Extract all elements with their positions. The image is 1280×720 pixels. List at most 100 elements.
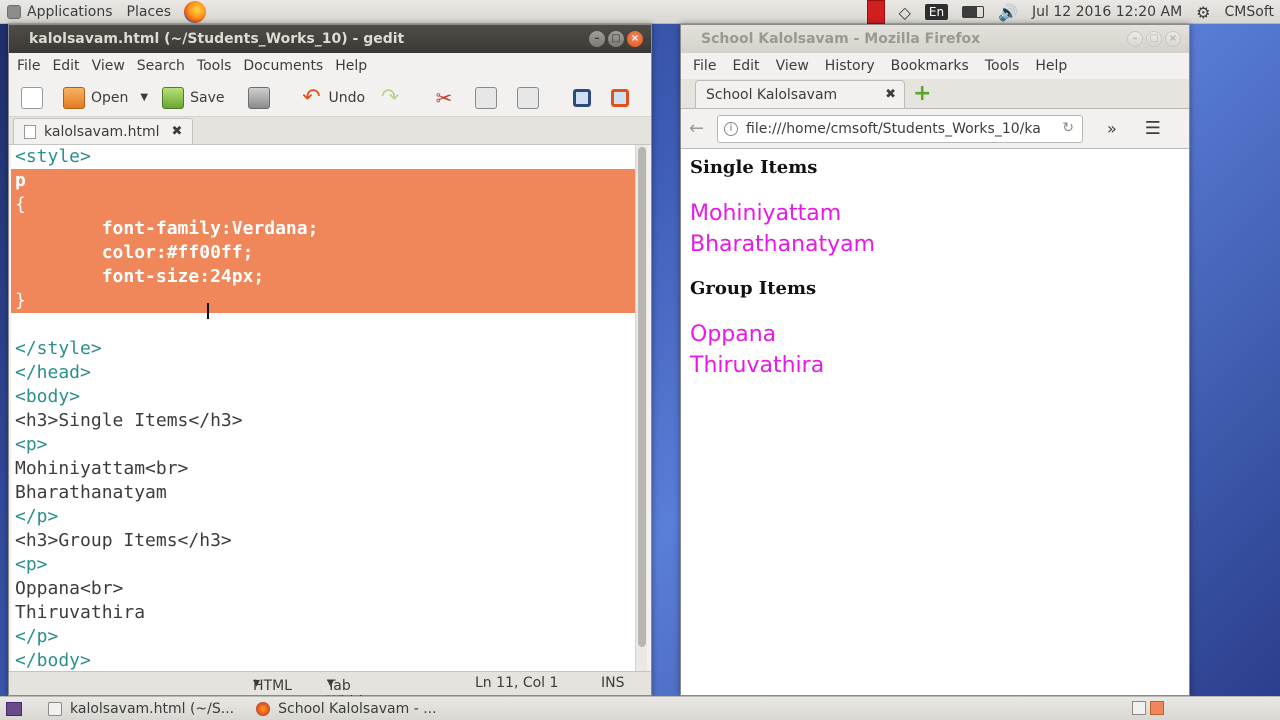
menu-edit[interactable]: Edit bbox=[46, 58, 85, 74]
gedit-titlebar[interactable]: kalolsavam.html (~/Students_Works_10) - … bbox=[9, 25, 651, 53]
firefox-window: School Kalolsavam - Mozilla Firefox – □ … bbox=[680, 24, 1190, 696]
tab-close-icon[interactable]: ✖ bbox=[885, 87, 896, 102]
settings-gear-icon[interactable]: ⚙ bbox=[1196, 0, 1210, 24]
menu-help[interactable]: Help bbox=[329, 58, 373, 74]
menu-tools[interactable]: Tools bbox=[191, 58, 238, 74]
code-line: <body> bbox=[11, 385, 635, 409]
maximize-icon[interactable]: □ bbox=[1146, 31, 1162, 47]
code-text: font-size:24px; bbox=[15, 266, 265, 287]
tab-close-icon[interactable]: ✖ bbox=[172, 124, 183, 139]
reload-icon[interactable]: ↻ bbox=[1062, 120, 1074, 136]
keyboard-layout-indicator[interactable]: En bbox=[924, 4, 949, 20]
editor-scrollbar[interactable] bbox=[635, 145, 647, 673]
firefox-menubar: File Edit View History Bookmarks Tools H… bbox=[681, 53, 1189, 79]
cut-button[interactable]: ✂ bbox=[427, 82, 467, 114]
code-text: </p> bbox=[15, 506, 59, 527]
code-line: </style> bbox=[11, 337, 635, 361]
workspace-1-icon[interactable] bbox=[1132, 701, 1146, 715]
code-text: <body> bbox=[15, 386, 81, 407]
close-icon[interactable]: × bbox=[627, 31, 643, 47]
back-arrow-icon[interactable]: ← bbox=[689, 118, 717, 139]
close-icon[interactable]: × bbox=[1165, 31, 1181, 47]
find-button[interactable] bbox=[567, 82, 603, 114]
chevron-down-icon: ▼ bbox=[140, 92, 149, 103]
code-line: <p> bbox=[11, 553, 635, 577]
open-folder-icon bbox=[63, 86, 85, 109]
open-button[interactable]: Open bbox=[57, 82, 134, 114]
system-tray: ◇ En 🔊 Jul 12 2016 12:20 AM ⚙ CMSoft bbox=[860, 0, 1280, 24]
scrollbar-thumb[interactable] bbox=[638, 147, 646, 647]
show-desktop-icon[interactable] bbox=[6, 701, 22, 716]
code-line-selected: } bbox=[11, 289, 635, 313]
code-text: </style> bbox=[15, 338, 102, 359]
firefox-titlebar[interactable]: School Kalolsavam - Mozilla Firefox – □ … bbox=[681, 25, 1189, 53]
code-line: Bharathanatyam bbox=[11, 481, 635, 505]
open-recent-dropdown[interactable]: ▼ bbox=[136, 82, 154, 114]
language-label: HTML bbox=[253, 678, 292, 694]
firefox-tabbar: School Kalolsavam ✖ + bbox=[681, 79, 1189, 109]
record-indicator-icon[interactable] bbox=[866, 0, 885, 24]
menu-history[interactable]: History bbox=[817, 58, 883, 74]
single-items-paragraph: Mohiniyattam Bharathanatyam bbox=[690, 198, 1180, 260]
print-button[interactable] bbox=[242, 82, 282, 114]
find-replace-button[interactable] bbox=[605, 82, 641, 114]
code-line: <h3>Group Items</h3> bbox=[11, 529, 635, 553]
code-text: font-family:Verdana; bbox=[15, 218, 319, 239]
code-text: Oppana<br> bbox=[15, 578, 124, 599]
menu-search[interactable]: Search bbox=[131, 58, 191, 74]
minimize-icon[interactable]: – bbox=[589, 31, 605, 47]
new-button[interactable] bbox=[15, 82, 55, 114]
gedit-toolbar: Open ▼ Save ↶ Undo ↷ ✂ bbox=[9, 79, 651, 117]
gedit-menubar: File Edit View Search Tools Documents He… bbox=[9, 53, 651, 79]
firefox-title: School Kalolsavam - Mozilla Firefox bbox=[701, 31, 981, 47]
save-icon bbox=[162, 86, 185, 109]
workspace-switcher[interactable] bbox=[130, 701, 1164, 715]
info-icon[interactable]: i bbox=[724, 121, 738, 136]
tab-school-kalolsavam[interactable]: School Kalolsavam ✖ bbox=[695, 80, 905, 108]
menu-view[interactable]: View bbox=[86, 58, 131, 74]
save-button[interactable]: Save bbox=[156, 82, 230, 114]
applications-menu[interactable]: Applications bbox=[0, 0, 120, 24]
user-name[interactable]: CMSoft bbox=[1225, 0, 1274, 24]
tab-kalolsavam[interactable]: kalolsavam.html ✖ bbox=[13, 118, 194, 144]
page-content: Single Items Mohiniyattam Bharathanatyam… bbox=[681, 149, 1189, 407]
wifi-icon[interactable]: ◇ bbox=[899, 0, 911, 24]
scissors-icon: ✂ bbox=[435, 85, 453, 110]
code-line-selected: color:#ff00ff; bbox=[11, 241, 635, 265]
clock[interactable]: Jul 12 2016 12:20 AM bbox=[1032, 0, 1182, 24]
volume-icon[interactable]: 🔊 bbox=[998, 0, 1018, 24]
menu-help[interactable]: Help bbox=[1027, 58, 1075, 74]
paste-button[interactable] bbox=[511, 82, 551, 114]
open-label: Open bbox=[91, 89, 129, 106]
minimize-icon[interactable]: – bbox=[1127, 31, 1143, 47]
menu-file[interactable]: File bbox=[11, 58, 46, 74]
menu-documents[interactable]: Documents bbox=[237, 58, 329, 74]
language-selector[interactable]: HTML ▾ bbox=[253, 675, 292, 694]
overflow-chevron-icon[interactable]: » bbox=[1107, 119, 1117, 138]
code-text: Bharathanatyam bbox=[15, 482, 167, 503]
redo-button[interactable]: ↷ bbox=[373, 82, 413, 114]
url-bar[interactable]: i file:///home/cmsoft/Students_Works_10/… bbox=[717, 114, 1083, 143]
hamburger-menu-icon[interactable]: ☰ bbox=[1145, 118, 1161, 139]
gedit-window: kalolsavam.html (~/Students_Works_10) - … bbox=[8, 24, 652, 720]
code-editor[interactable]: <style> p { font-family:Verdana; color:#… bbox=[11, 145, 635, 673]
bottom-panel: kalolsavam.html (~/S... School Kalolsava… bbox=[0, 696, 1280, 720]
undo-button[interactable]: ↶ Undo bbox=[294, 82, 371, 114]
workspace-2-icon[interactable] bbox=[1150, 701, 1164, 715]
battery-icon[interactable] bbox=[962, 6, 985, 18]
tab-width-selector[interactable]: Tab Width: 8 ▾ bbox=[327, 675, 372, 720]
new-tab-plus-icon[interactable]: + bbox=[913, 83, 933, 105]
menu-view[interactable]: View bbox=[768, 58, 817, 74]
gedit-window-controls: – □ × bbox=[589, 31, 643, 47]
menu-bookmarks[interactable]: Bookmarks bbox=[883, 58, 977, 74]
menu-edit[interactable]: Edit bbox=[724, 58, 767, 74]
maximize-icon[interactable]: □ bbox=[608, 31, 624, 47]
places-menu[interactable]: Places bbox=[120, 0, 179, 24]
cursor-position: Ln 11, Col 1 bbox=[475, 675, 559, 691]
menu-tools[interactable]: Tools bbox=[977, 58, 1028, 74]
copy-button[interactable] bbox=[469, 82, 509, 114]
firefox-launcher-icon[interactable] bbox=[184, 0, 207, 23]
menu-file[interactable]: File bbox=[685, 58, 724, 74]
redo-icon: ↷ bbox=[380, 85, 400, 110]
